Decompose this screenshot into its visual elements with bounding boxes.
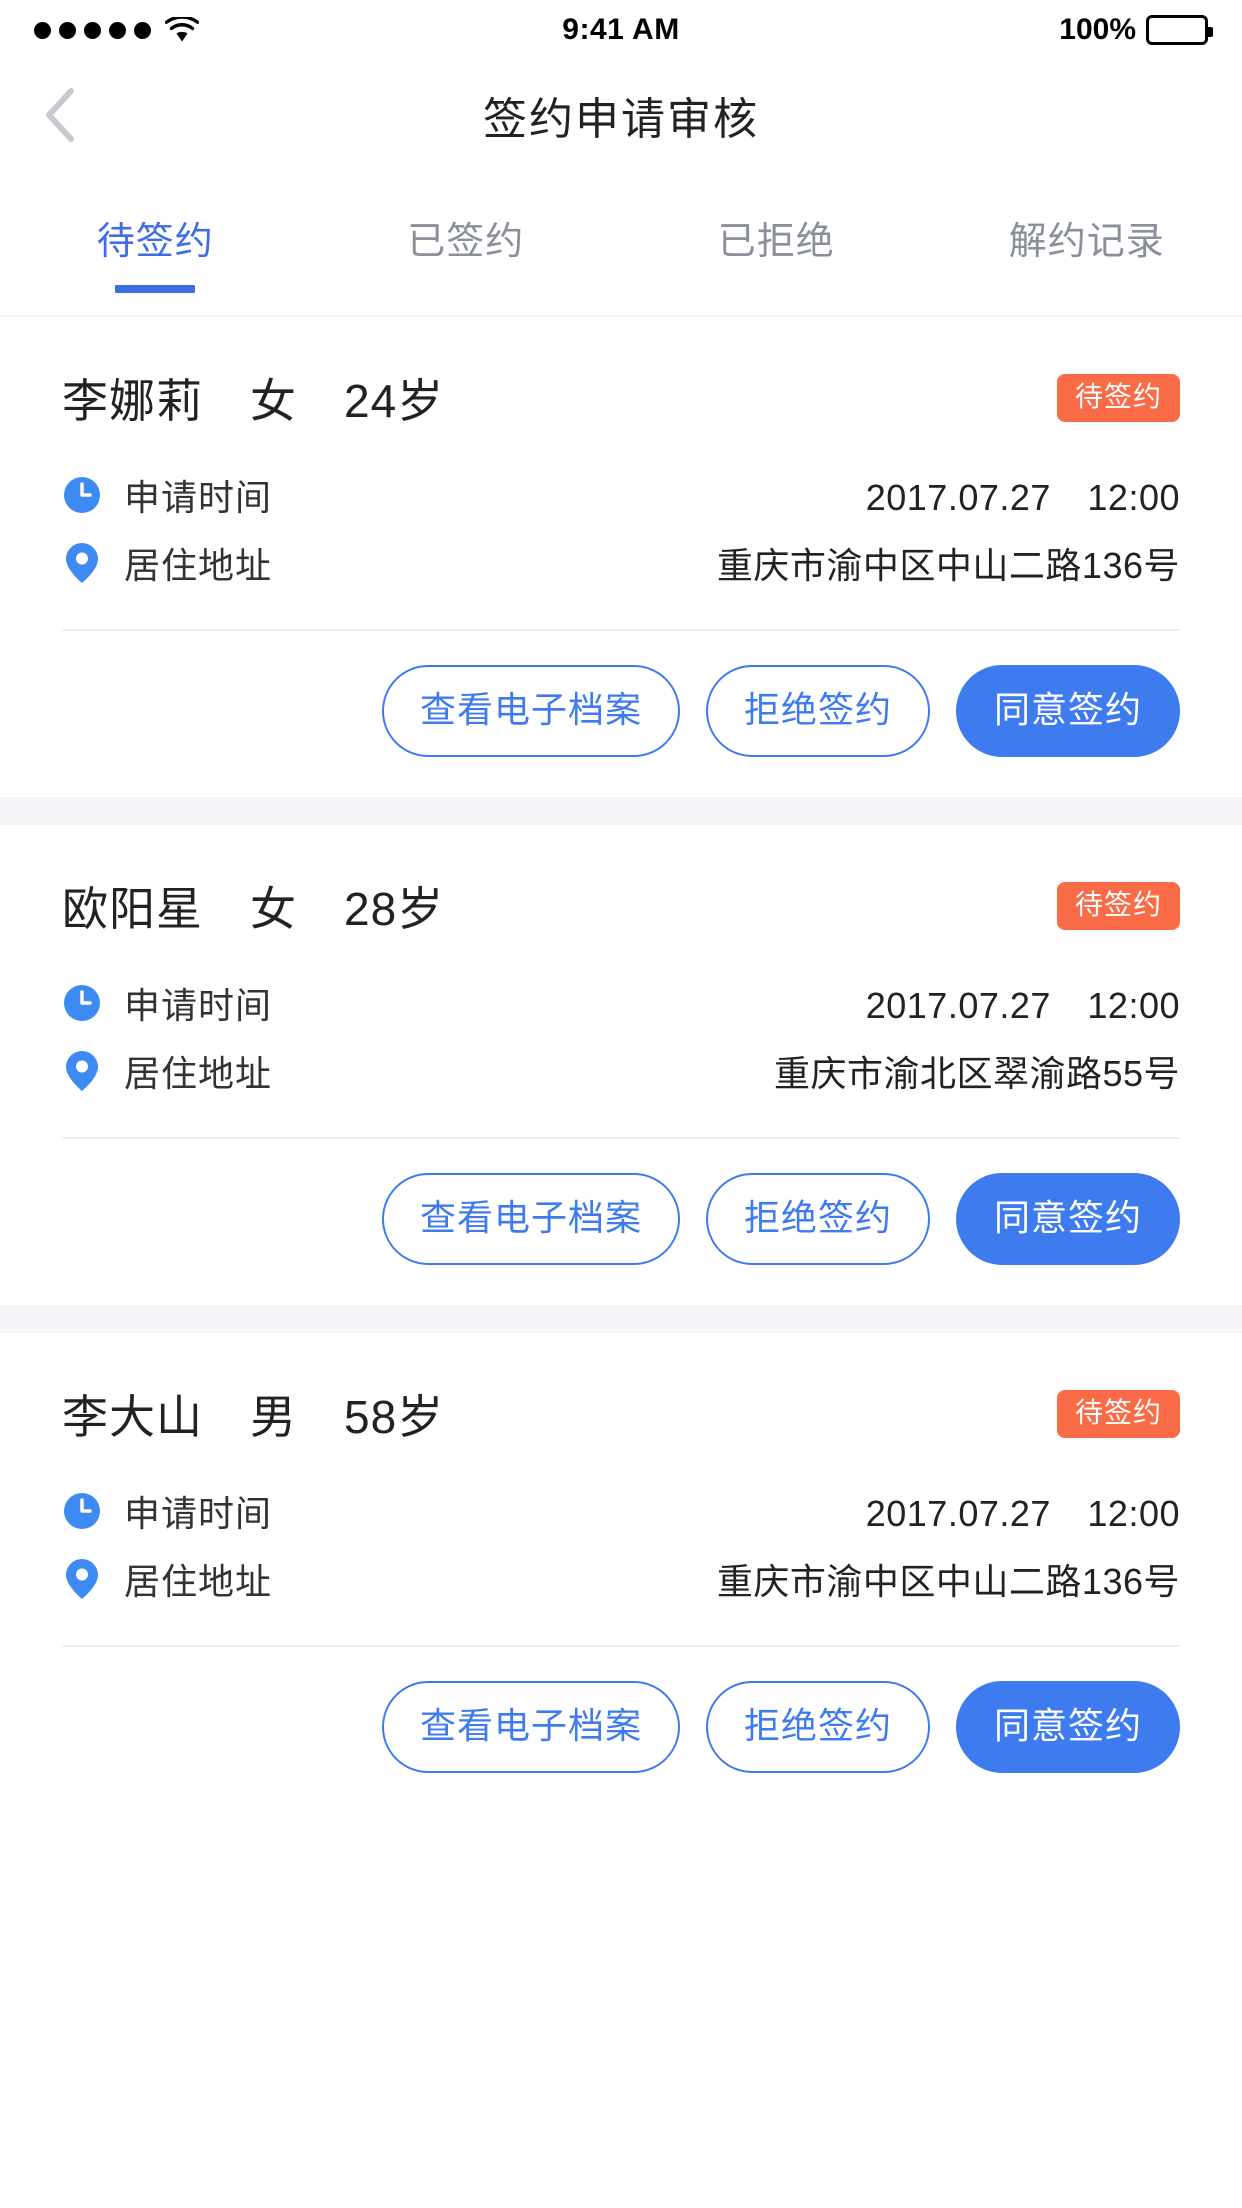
info-value-address: 重庆市渝中区中山二路136号 (716, 1561, 1180, 1602)
status-bar: 9:41 AM 100% (0, 0, 1242, 60)
back-button[interactable] (30, 85, 90, 145)
reject-button[interactable]: 拒绝签约 (705, 1173, 930, 1265)
reject-button[interactable]: 拒绝签约 (705, 665, 930, 757)
card-actions: 查看电子档案 拒绝签约 同意签约 (0, 1647, 1242, 1813)
nav-bar: 签约申请审核 (0, 60, 1242, 170)
wifi-icon (165, 17, 199, 43)
application-list: 李娜莉 女 24岁 待签约 申请时间 2017.07.27 12:00 居住地址… (0, 317, 1242, 1813)
clock-icon (62, 1491, 102, 1531)
status-badge: 待签约 (1056, 374, 1180, 422)
application-card[interactable]: 李娜莉 女 24岁 待签约 申请时间 2017.07.27 12:00 居住地址… (0, 317, 1242, 797)
view-archive-button[interactable]: 查看电子档案 (381, 1173, 680, 1265)
status-bar-left (34, 17, 199, 43)
tab-pending-signing[interactable]: 待签约 (0, 170, 311, 315)
clock-icon (62, 475, 102, 515)
page-title: 签约申请审核 (483, 95, 759, 144)
battery-percentage: 100% (1059, 13, 1136, 46)
person-name: 欧阳星 女 28岁 (62, 883, 445, 935)
tab-signed[interactable]: 已签约 (311, 170, 622, 315)
tab-label: 解约记录 (1008, 221, 1165, 263)
info-label: 居住地址 (124, 1053, 273, 1094)
view-archive-button[interactable]: 查看电子档案 (381, 665, 680, 757)
info-value-address: 重庆市渝中区中山二路136号 (716, 545, 1180, 586)
info-row-apply-time: 申请时间 2017.07.27 12:00 (62, 461, 1180, 529)
chevron-left-icon (43, 87, 77, 143)
card-actions: 查看电子档案 拒绝签约 同意签约 (0, 1139, 1242, 1305)
card-separator (0, 797, 1242, 825)
person-name: 李大山 男 58岁 (62, 1391, 445, 1443)
info-value-apply-time: 2017.07.27 12:00 (865, 477, 1180, 518)
location-pin-icon (62, 1051, 102, 1091)
card-info-rows: 申请时间 2017.07.27 12:00 居住地址 重庆市渝中区中山二路136… (0, 1447, 1242, 1613)
info-row-address: 居住地址 重庆市渝中区中山二路136号 (62, 1545, 1180, 1613)
info-label: 申请时间 (124, 1493, 273, 1534)
info-row-apply-time: 申请时间 2017.07.27 12:00 (62, 1477, 1180, 1545)
card-info-rows: 申请时间 2017.07.27 12:00 居住地址 重庆市渝北区翠渝路55号 (0, 939, 1242, 1105)
info-value-apply-time: 2017.07.27 12:00 (865, 1493, 1180, 1534)
reject-button[interactable]: 拒绝签约 (705, 1681, 930, 1773)
tab-active-indicator (115, 285, 196, 293)
info-row-address: 居住地址 重庆市渝中区中山二路136号 (62, 529, 1180, 597)
clock-icon (62, 983, 102, 1023)
info-label: 居住地址 (124, 545, 273, 586)
status-bar-right: 100% (1059, 13, 1213, 47)
tab-label: 已签约 (407, 221, 525, 263)
info-row-apply-time: 申请时间 2017.07.27 12:00 (62, 969, 1180, 1037)
view-archive-button[interactable]: 查看电子档案 (381, 1681, 680, 1773)
card-header: 欧阳星 女 28岁 待签约 (0, 825, 1242, 939)
card-separator (0, 1305, 1242, 1333)
location-pin-icon (62, 543, 102, 583)
info-label: 申请时间 (124, 985, 273, 1026)
card-header: 李大山 男 58岁 待签约 (0, 1333, 1242, 1447)
info-label: 申请时间 (124, 477, 273, 518)
info-label: 居住地址 (124, 1561, 273, 1602)
signal-strength-icon (34, 21, 151, 39)
battery-icon (1146, 15, 1213, 45)
application-card[interactable]: 欧阳星 女 28岁 待签约 申请时间 2017.07.27 12:00 居住地址… (0, 825, 1242, 1305)
card-info-rows: 申请时间 2017.07.27 12:00 居住地址 重庆市渝中区中山二路136… (0, 431, 1242, 597)
tab-termination-records[interactable]: 解约记录 (932, 170, 1242, 315)
approve-button[interactable]: 同意签约 (955, 1681, 1180, 1773)
tab-label: 已拒绝 (717, 221, 835, 263)
card-header: 李娜莉 女 24岁 待签约 (0, 317, 1242, 431)
status-badge: 待签约 (1056, 882, 1180, 930)
application-card[interactable]: 李大山 男 58岁 待签约 申请时间 2017.07.27 12:00 居住地址… (0, 1333, 1242, 1813)
card-actions: 查看电子档案 拒绝签约 同意签约 (0, 631, 1242, 797)
tab-rejected[interactable]: 已拒绝 (621, 170, 932, 315)
location-pin-icon (62, 1559, 102, 1599)
info-row-address: 居住地址 重庆市渝北区翠渝路55号 (62, 1037, 1180, 1105)
status-badge: 待签约 (1056, 1390, 1180, 1438)
tab-label: 待签约 (96, 221, 214, 263)
info-value-address: 重庆市渝北区翠渝路55号 (773, 1053, 1180, 1094)
approve-button[interactable]: 同意签约 (955, 1173, 1180, 1265)
info-value-apply-time: 2017.07.27 12:00 (865, 985, 1180, 1026)
approve-button[interactable]: 同意签约 (955, 665, 1180, 757)
person-name: 李娜莉 女 24岁 (62, 375, 445, 427)
tab-bar: 待签约 已签约 已拒绝 解约记录 (0, 170, 1242, 315)
